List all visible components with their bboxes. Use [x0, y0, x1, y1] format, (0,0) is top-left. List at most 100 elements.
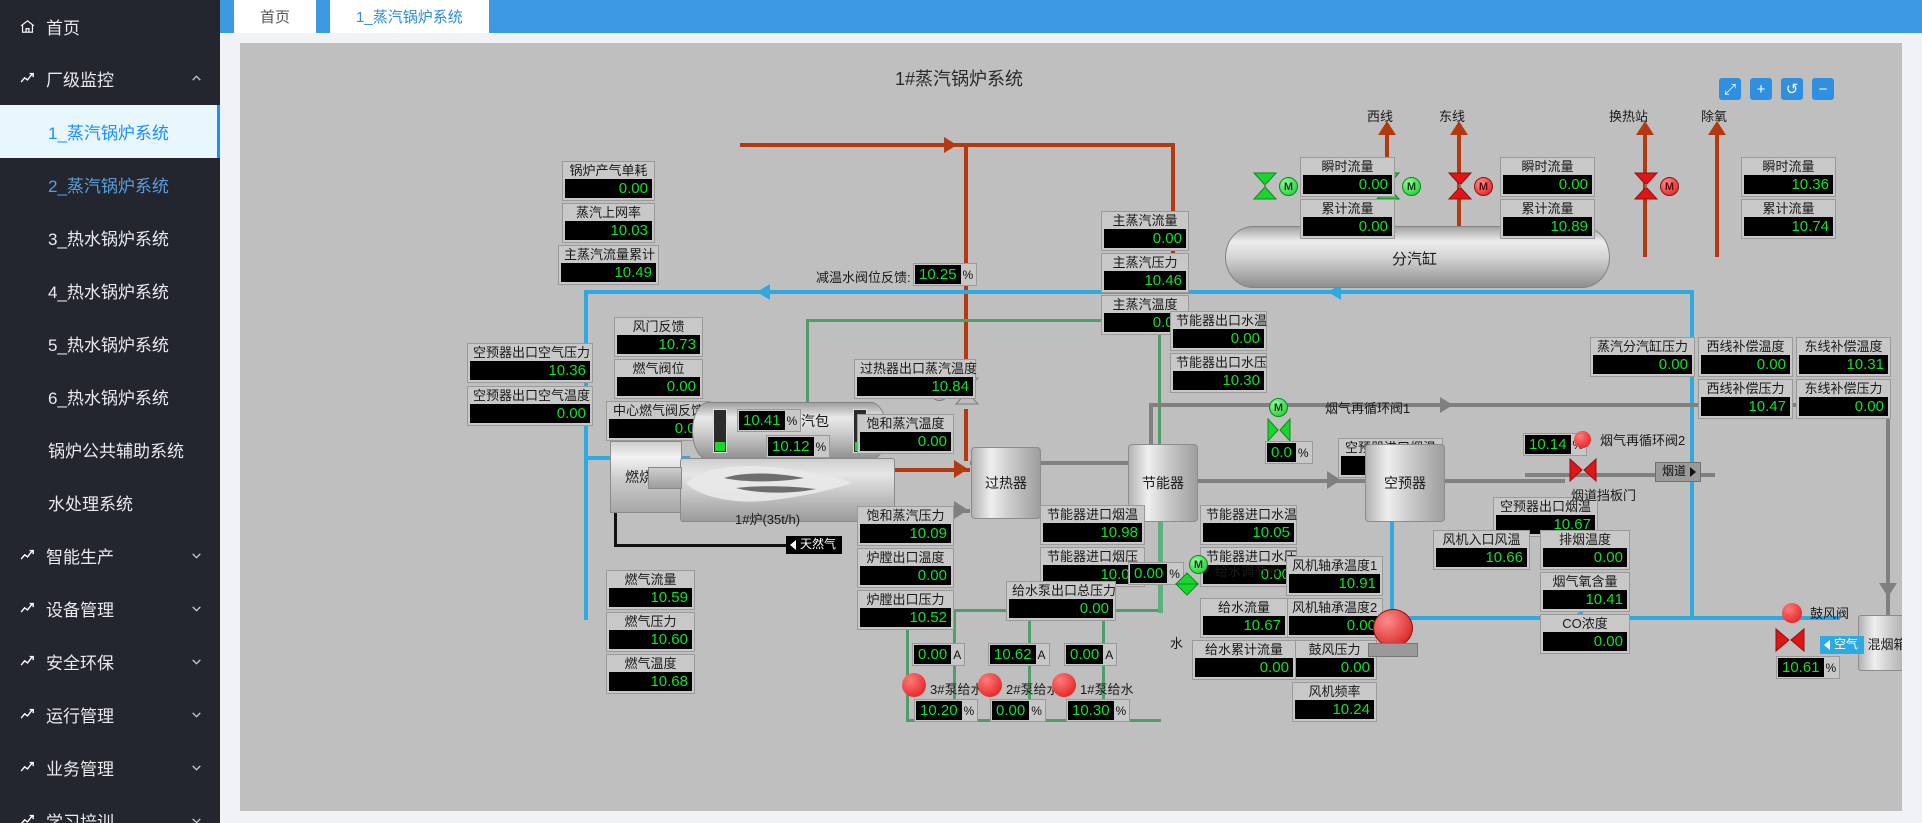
valve-main-steam[interactable]: [1252, 171, 1278, 206]
valve-blower[interactable]: [1774, 626, 1806, 659]
sidebar-item-hotwater-boiler-4[interactable]: 4_热水锅炉系统: [0, 264, 220, 317]
metric-label: 西线补偿温度: [1706, 339, 1785, 354]
metric-blower-press: 鼓风压力 0.00: [1292, 640, 1377, 680]
pipe-sh-to-main: [964, 147, 968, 377]
sidebar-item-hotwater-boiler-3[interactable]: 3_热水锅炉系统: [0, 211, 220, 264]
arrow-flue-top: [1440, 397, 1453, 413]
outlet-label-deaerator: 除氧: [1701, 109, 1728, 124]
metric-value: 0.00: [1543, 548, 1627, 567]
pump-3-indicator[interactable]: [902, 673, 926, 697]
tab-label: 1_蒸汽锅炉系统: [356, 9, 463, 26]
metric-exhaust-temp: 排烟温度 0.00: [1540, 530, 1630, 570]
desuper-valve-chip: 10.25 %: [913, 263, 978, 286]
metric-label: 烟气氧含量: [1552, 574, 1618, 589]
natural-gas-tag: 天然气: [786, 536, 843, 554]
metric-value: 10.91: [1289, 574, 1380, 593]
metric-feed-flow: 给水流量 10.67: [1200, 598, 1288, 638]
drum-level-value-2: 10.12: [768, 437, 814, 456]
sidebar-item-hotwater-boiler-5[interactable]: 5_热水锅炉系统: [0, 317, 220, 370]
economizer-label: 节能器: [1142, 475, 1184, 491]
flowmeter-total-2: 累计流量 10.89: [1500, 199, 1595, 239]
metric-fan-inlet-air-vol: 风机入口风温 10.66: [1433, 530, 1530, 570]
valve-indicator-fgr-2[interactable]: [1574, 431, 1591, 448]
metric-fan-frequency: 风机频率 10.24: [1292, 682, 1377, 722]
chevron-up-icon: [190, 72, 204, 85]
sidebar-group-plant-monitoring[interactable]: 厂级监控: [0, 52, 220, 105]
sidebar-group-smart-production[interactable]: 智能生产: [0, 529, 220, 582]
valve-motor-heat-station[interactable]: M: [1660, 177, 1679, 196]
metric-value: 0.00: [1195, 658, 1293, 677]
metric-value: 10.60: [609, 630, 692, 649]
drum-label: 汽包: [801, 413, 829, 429]
valve-heat-station[interactable]: [1633, 171, 1659, 206]
metric-value: 10.46: [1104, 271, 1186, 290]
equipment-blower-fan[interactable]: [1373, 609, 1413, 647]
metric-label: 东线补偿温度: [1804, 339, 1883, 354]
flowmeter-inst-value: 10.36: [1744, 175, 1833, 194]
chevron-down-icon: [190, 602, 204, 615]
sidebar-group-business-management[interactable]: 业务管理: [0, 741, 220, 794]
smoke-damper-label: 烟道挡板门: [1571, 488, 1637, 503]
pump-3-current-chip: 0.00 A: [912, 643, 966, 666]
metric-gas-temp: 燃气温度 10.68: [606, 654, 695, 694]
metric-label: CO浓度: [1562, 616, 1608, 631]
sidebar-item-water-treatment[interactable]: 水处理系统: [0, 476, 220, 529]
valve-east[interactable]: [1447, 171, 1473, 206]
valve-motor-main-steam[interactable]: M: [1279, 177, 1298, 196]
sidebar-group-safety-environment[interactable]: 安全环保: [0, 635, 220, 688]
valve-motor-fgr-1[interactable]: M: [1269, 398, 1288, 417]
zoom-in-button[interactable]: +: [1750, 78, 1772, 100]
valve-motor-east[interactable]: M: [1474, 177, 1493, 196]
sidebar-group-equipment-management[interactable]: 设备管理: [0, 582, 220, 635]
sidebar-item-hotwater-boiler-6[interactable]: 6_热水锅炉系统: [0, 370, 220, 423]
metric-east-comp-press: 东线补偿压力 0.00: [1796, 379, 1891, 419]
blower-valve-indicator[interactable]: [1782, 603, 1802, 623]
zoom-out-button[interactable]: −: [1812, 78, 1834, 100]
boiler-caption: 1#炉(35t/h): [735, 512, 801, 527]
pipe-sh-to-main-b: [964, 409, 968, 461]
equipment-smoke-mixer[interactable]: 混烟箱: [1858, 615, 1902, 671]
sidebar-group-training[interactable]: 学习培训: [0, 794, 220, 823]
sidebar-item-steam-boiler-2[interactable]: 2_蒸汽锅炉系统: [0, 158, 220, 211]
fullscreen-button[interactable]: ⤢: [1719, 78, 1741, 100]
equipment-air-preheater[interactable]: 空预器: [1365, 444, 1445, 522]
pump-2-current: 10.62: [990, 645, 1036, 664]
metric-sh-out-steam-temp: 过热器出口蒸汽温度 10.84: [854, 359, 977, 399]
metric-value: 10.84: [857, 377, 973, 396]
refresh-button[interactable]: ↺: [1781, 78, 1803, 100]
tab-home[interactable]: 首页: [234, 0, 317, 33]
metric-value: 10.73: [617, 335, 700, 354]
sidebar-item-boiler-aux[interactable]: 锅炉公共辅助系统: [0, 423, 220, 476]
metric-value: 10.09: [860, 524, 951, 543]
metric-label: 鼓风压力: [1308, 642, 1361, 657]
flowmeter-inst-label: 瞬时流量: [1762, 159, 1815, 174]
fgr-valve-2-label: 烟气再循环阀2: [1600, 433, 1686, 448]
sidebar-group-label: 设备管理: [46, 601, 114, 620]
tab-bar: 首页 1_蒸汽锅炉系统: [220, 0, 1922, 33]
blower-valve-label: 鼓风阀: [1810, 606, 1850, 621]
outlet-label-west: 西线: [1367, 109, 1394, 124]
equipment-superheater[interactable]: 过热器: [971, 447, 1041, 519]
metric-value: 10.41: [1543, 590, 1627, 609]
metric-main-steam-total: 主蒸汽流量累计 10.49: [558, 245, 659, 285]
sidebar-item-home[interactable]: 首页: [0, 0, 220, 52]
valve-feed-control[interactable]: [1174, 571, 1200, 602]
metric-damper-fb: 风门反馈 10.73: [614, 317, 703, 357]
metric-aph-out-air-press: 空预器出口空气压力 10.36: [467, 343, 593, 383]
metric-o2-content: 烟气氧含量 10.41: [1540, 572, 1630, 612]
tab-steam-boiler-1[interactable]: 1_蒸汽锅炉系统: [330, 0, 489, 33]
metric-label: 给水累计流量: [1204, 642, 1283, 657]
pump-1-indicator[interactable]: [1052, 673, 1076, 697]
desuper-valve-value: 10.25: [915, 265, 961, 284]
metric-value: 10.24: [1295, 700, 1374, 719]
pump-2-indicator[interactable]: [978, 673, 1002, 697]
drum-level-chip-1: 10.41 %: [737, 409, 802, 432]
sidebar-item-steam-boiler-1[interactable]: 1_蒸汽锅炉系统: [0, 105, 220, 158]
sidebar-item-label: 1_蒸汽锅炉系统: [48, 124, 169, 143]
pump-1-pct-unit: %: [1115, 703, 1127, 718]
metric-label: 节能器进口水温: [1206, 507, 1298, 522]
sidebar-group-operation-management[interactable]: 运行管理: [0, 688, 220, 741]
metric-label: 风门反馈: [632, 319, 685, 334]
valve-motor-west[interactable]: M: [1402, 177, 1421, 196]
blower-base: [1368, 643, 1418, 657]
